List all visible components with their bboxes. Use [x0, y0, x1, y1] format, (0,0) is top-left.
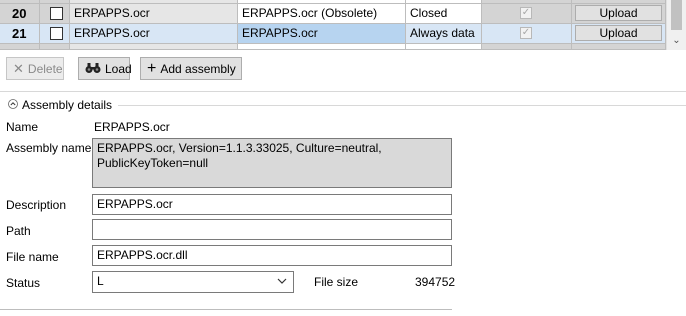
name-cell[interactable] [70, 44, 238, 50]
chevron-down-icon[interactable]: ⌄ [670, 36, 683, 46]
description-cell[interactable]: ERPAPPS.ocr [238, 24, 406, 44]
delete-button[interactable]: ✕ Delete [6, 57, 64, 80]
load-button-label: Load [105, 61, 132, 76]
file-size-value: 394752 [415, 275, 456, 289]
assembly-editor: 20 ERPAPPS.ocr ERPAPPS.ocr (Obsolete) Cl… [0, 0, 686, 316]
assembly-grid: 20 ERPAPPS.ocr ERPAPPS.ocr (Obsolete) Cl… [0, 0, 686, 50]
description-cell[interactable] [238, 44, 406, 50]
name-label: Name [6, 120, 39, 134]
assembly-name-field[interactable]: ERPAPPS.ocr, Version=1.1.3.33025, Cultur… [92, 138, 452, 188]
binoculars-icon [85, 62, 101, 76]
file-size-label: File size [314, 275, 359, 289]
status-cell[interactable] [406, 44, 482, 50]
grid-vertical-scrollbar[interactable]: ⌄ [666, 0, 686, 50]
name-cell[interactable]: ERPAPPS.ocr [70, 4, 238, 24]
status-cell[interactable]: Closed [406, 4, 482, 24]
row-checkbox[interactable] [50, 27, 63, 40]
table-row-selected[interactable]: 21 ERPAPPS.ocr ERPAPPS.ocr Always data ✓… [0, 24, 666, 44]
row-checkbox-cell [40, 24, 70, 44]
file-name-field[interactable]: ERPAPPS.ocr.dll [92, 245, 452, 266]
close-icon: ✕ [13, 61, 24, 76]
status-cell[interactable]: Always data [406, 24, 482, 44]
scrollbar-thumb[interactable] [671, 0, 682, 30]
upload-cell: Upload [572, 24, 666, 44]
chevron-down-icon [277, 276, 287, 288]
flag-cell: ✓ [482, 24, 572, 44]
description-label: Description [6, 198, 67, 212]
divider [118, 105, 686, 106]
load-button[interactable]: Load [78, 57, 132, 80]
row-number-cell [0, 44, 40, 50]
upload-cell [572, 44, 666, 50]
row-checkbox[interactable] [50, 7, 63, 20]
description-field[interactable]: ERPAPPS.ocr [92, 194, 452, 215]
chevron-up-icon[interactable] [6, 98, 20, 112]
table-row[interactable]: 20 ERPAPPS.ocr ERPAPPS.ocr (Obsolete) Cl… [0, 4, 666, 24]
checkmark-icon: ✓ [520, 7, 532, 19]
divider [0, 309, 452, 310]
row-checkbox-cell [40, 4, 70, 24]
upload-button[interactable]: Upload [575, 5, 662, 21]
flag-cell [482, 44, 572, 50]
status-select[interactable]: L [92, 271, 294, 293]
add-assembly-button[interactable]: + Add assembly [140, 57, 242, 80]
plus-icon: + [147, 60, 157, 77]
delete-button-label: Delete [27, 61, 63, 76]
add-assembly-button-label: Add assembly [160, 61, 236, 76]
checkmark-icon: ✓ [520, 27, 532, 39]
status-select-value: L [97, 274, 104, 288]
description-cell[interactable]: ERPAPPS.ocr (Obsolete) [238, 4, 406, 24]
path-field[interactable] [92, 219, 452, 240]
flag-cell: ✓ [482, 4, 572, 24]
name-cell[interactable]: ERPAPPS.ocr [70, 24, 238, 44]
row-number-cell: 21 [0, 24, 40, 44]
file-name-label: File name [6, 250, 59, 264]
row-checkbox-cell[interactable] [40, 44, 70, 50]
upload-button[interactable]: Upload [575, 25, 662, 41]
divider [0, 91, 686, 92]
section-title: Assembly details [22, 98, 113, 112]
table-row[interactable] [0, 44, 666, 50]
assembly-details-header[interactable]: Assembly details [6, 97, 112, 113]
assembly-name-label: Assembly name [6, 141, 92, 155]
name-value: ERPAPPS.ocr [94, 120, 170, 134]
path-label: Path [6, 224, 31, 238]
status-label: Status [6, 276, 41, 290]
row-number-cell: 20 [0, 4, 40, 24]
upload-cell: Upload [572, 4, 666, 24]
